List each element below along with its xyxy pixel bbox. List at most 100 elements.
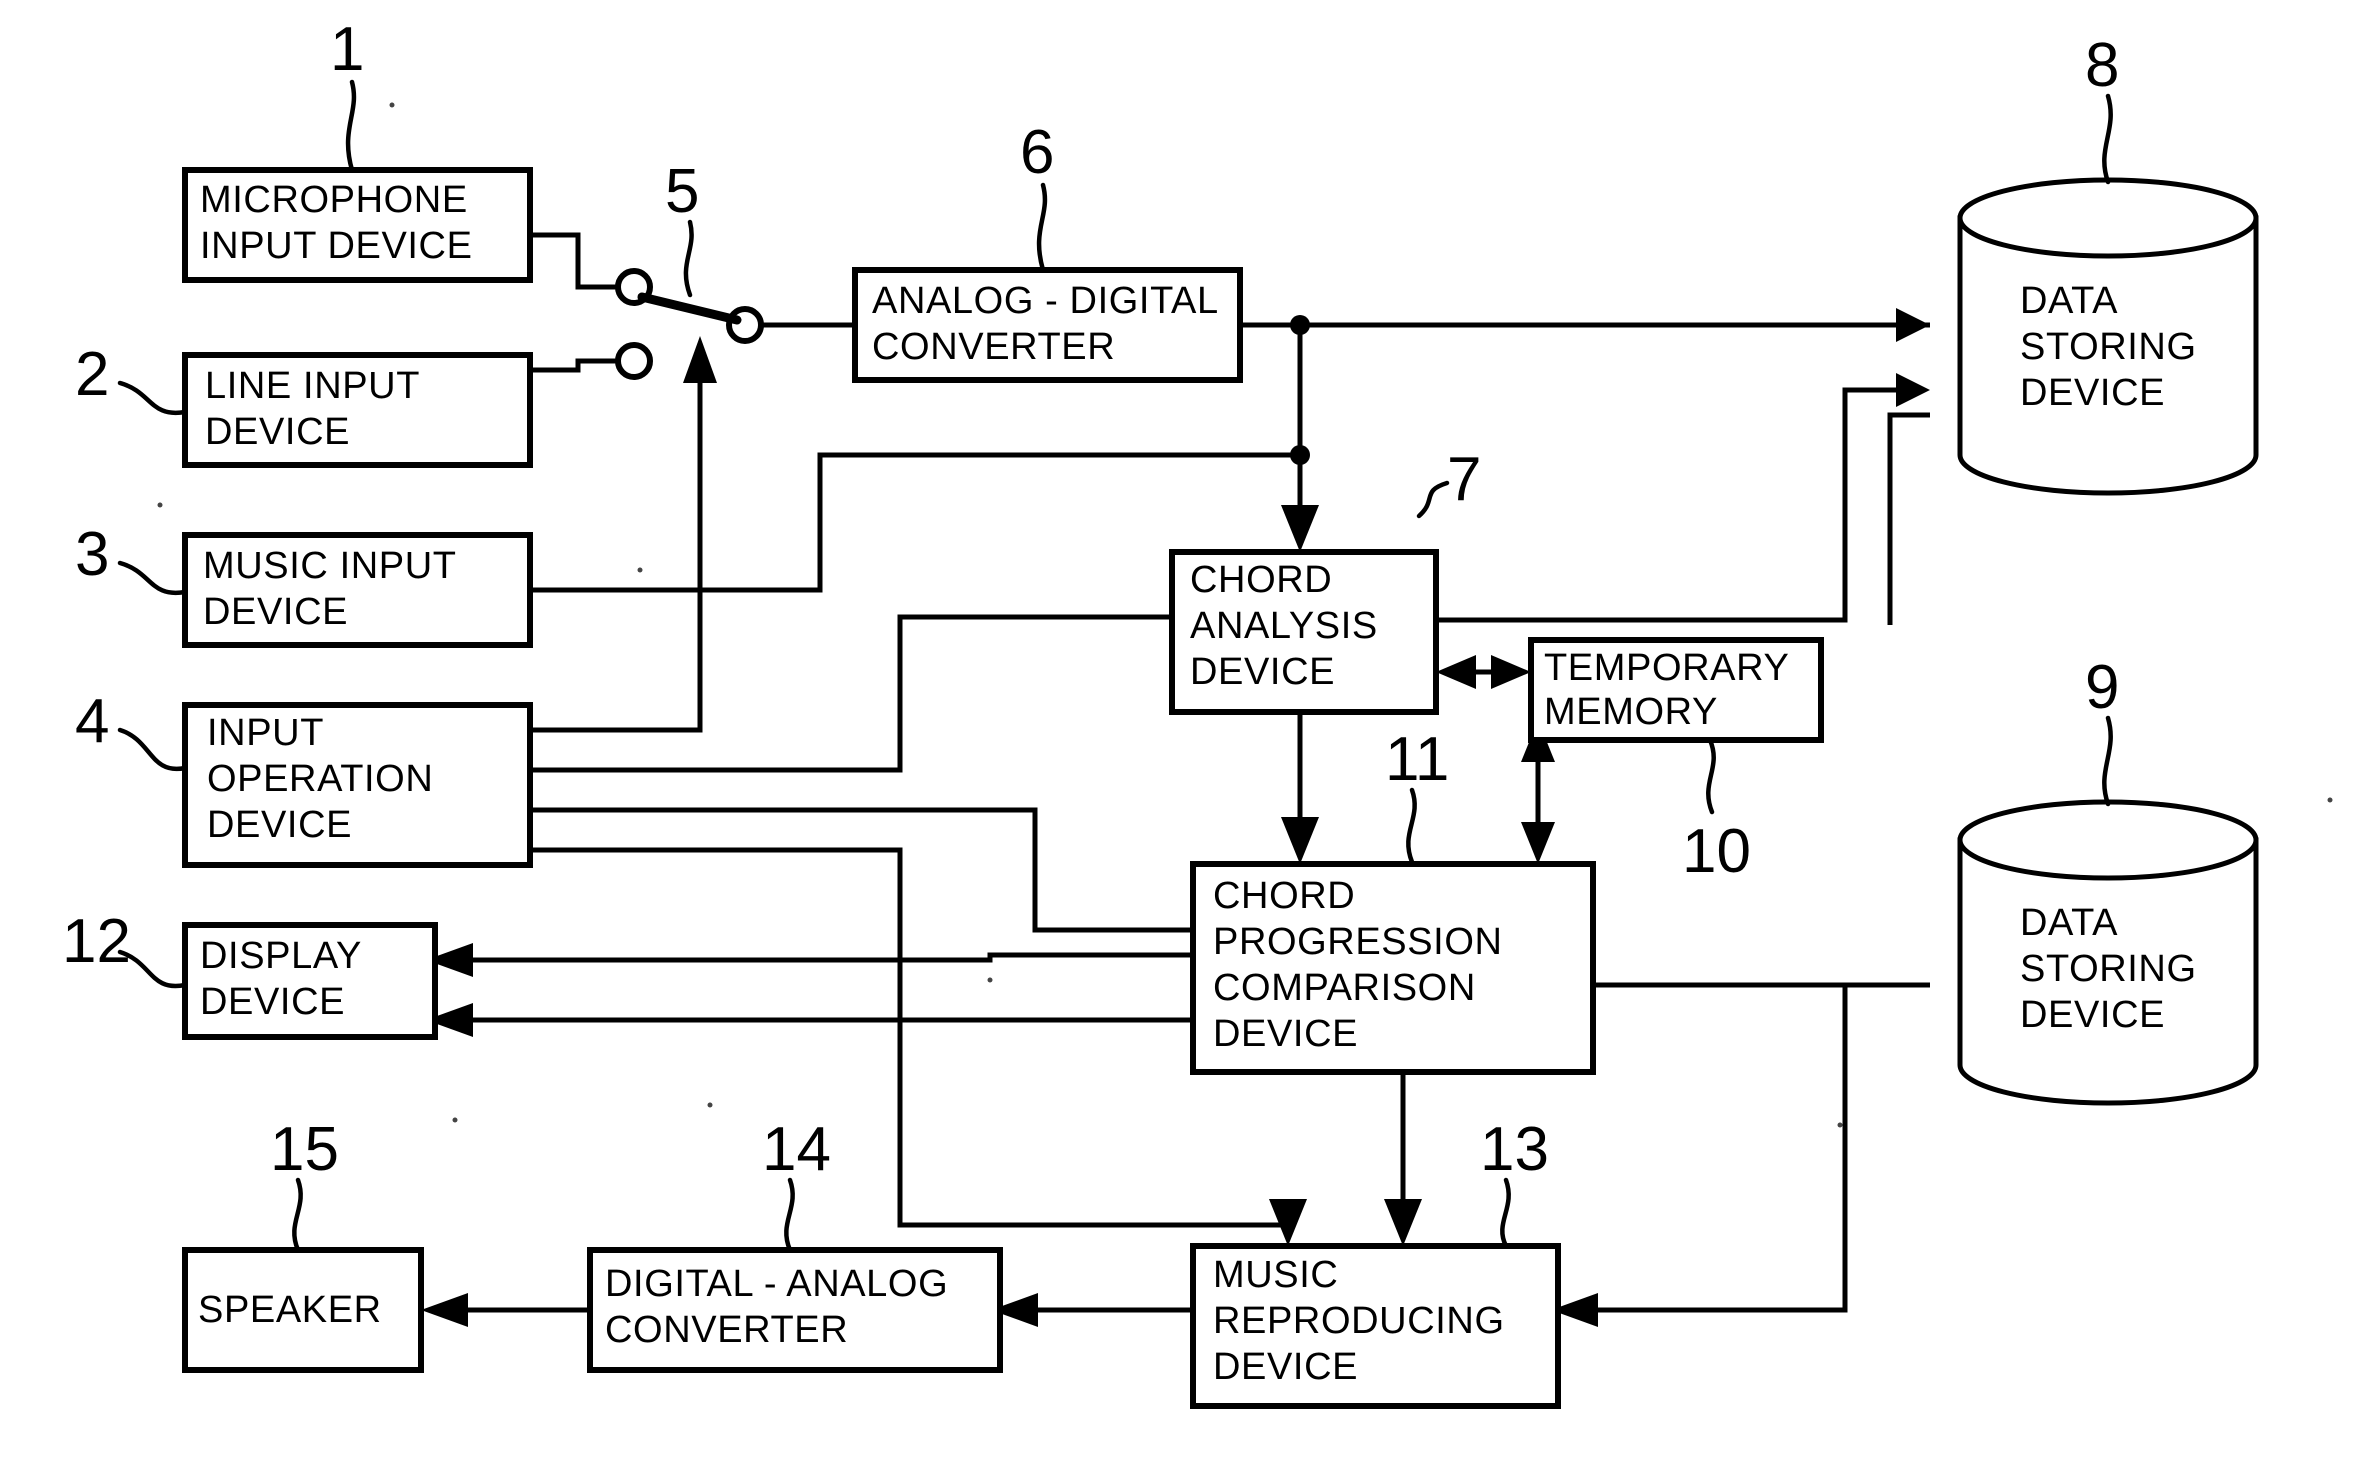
arrowhead-inputop-to-switch [683, 336, 717, 383]
ref-numeral-9: 9 [2085, 653, 2119, 722]
block-chord-progression-comparison-device: CHORD PROGRESSION COMPARISON DEVICE [1190, 861, 1596, 1075]
block-data-storing-device-lower: DATA STORING DEVICE [1957, 799, 2259, 1106]
ref-numeral-11: 11 [1385, 725, 1449, 794]
arrowhead-tempmem-to-chord-analysis [1436, 655, 1476, 689]
ref-numeral-4: 4 [75, 687, 109, 756]
block-data-storing-device-upper: DATA STORING DEVICE [1957, 177, 2259, 496]
leader-line-15 [292, 1177, 303, 1253]
speaker-label-line-1: SPEAKER [198, 1289, 382, 1331]
line-input-device-label-line-1: LINE INPUT [205, 365, 420, 407]
input-operation-device-label-line-1: INPUT [207, 712, 324, 754]
leader-line-5 [683, 219, 694, 298]
scan-speckle [2327, 797, 2333, 803]
wire-analysis-to-display-upper [435, 952, 1193, 963]
leader-line-9 [2102, 715, 2113, 807]
leader-line-11 [1406, 787, 1417, 865]
leader-line-14 [784, 1177, 795, 1253]
analog-digital-converter-label-line-2: CONVERTER [872, 326, 1115, 368]
ref-numeral-3: 3 [75, 520, 109, 589]
diagram-canvas: MICROPHONE INPUT DEVICE 1 LINE INPUT DEV… [62, 15, 2333, 1409]
wire-inputop-to-chord-analysis [530, 614, 1232, 773]
data-storing-device-upper-label-line-1: DATA [2020, 280, 2118, 322]
patent-block-diagram: MICROPHONE INPUT DEVICE 1 LINE INPUT DEV… [0, 0, 2378, 1483]
wire-store8-feedback-stub [1887, 412, 1930, 625]
arrowhead-chord-analysis-to-comparison [1281, 817, 1319, 864]
wire-line-to-switch [530, 358, 622, 373]
scan-speckle [1837, 1122, 1843, 1128]
line-input-device-label-line-2: DEVICE [205, 411, 350, 453]
music-reproducing-device-label-line-3: DEVICE [1213, 1346, 1358, 1388]
ref-numeral-7: 7 [1447, 445, 1481, 514]
display-device-label-line-1: DISPLAY [200, 935, 362, 977]
microphone-input-device-label-line-1: MICROPHONE [200, 179, 468, 221]
wire-inputop-to-chord-comparison [530, 807, 1232, 933]
chord-analysis-device-label-line-1: CHORD [1190, 559, 1332, 601]
wire-mic-to-switch [530, 232, 622, 290]
data-storing-device-lower-label-line-1: DATA [2020, 902, 2118, 944]
arrowhead-tempmem-to-comparison [1521, 822, 1555, 864]
arrowhead-adc-to-store8 [1896, 308, 1930, 342]
chord-progression-comparison-label-line-1: CHORD [1213, 875, 1355, 917]
temporary-memory-label-line-2: MEMORY [1544, 691, 1718, 733]
scan-speckle [987, 977, 993, 983]
microphone-input-device-label-line-2: INPUT DEVICE [200, 225, 473, 267]
data-storing-device-lower-label-line-2: STORING [2020, 948, 2197, 990]
ref-numeral-5: 5 [665, 157, 699, 226]
chord-progression-comparison-label-line-4: DEVICE [1213, 1013, 1358, 1055]
leader-line-4 [117, 727, 188, 772]
scan-speckle [157, 502, 163, 508]
data-storing-device-lower-label-line-3: DEVICE [2020, 994, 2165, 1036]
ref-numeral-15: 15 [270, 1115, 339, 1184]
leader-line-7 [1416, 480, 1450, 519]
ref-numeral-8: 8 [2085, 31, 2119, 100]
wire-chord-analysis-to-store8-lower [1436, 387, 1900, 623]
input-operation-device-label-line-2: OPERATION [207, 758, 433, 800]
block-analog-digital-converter: ANALOG - DIGITAL CONVERTER [852, 267, 1243, 383]
block-temporary-memory: TEMPORARY MEMORY [1528, 637, 1824, 743]
arrowhead-comparison-to-music-reproducing [1384, 1199, 1422, 1246]
leader-line-3 [117, 560, 188, 596]
scan-speckle [637, 567, 643, 573]
chord-analysis-device-label-line-3: DEVICE [1190, 651, 1335, 693]
block-input-operation-device: INPUT OPERATION DEVICE [182, 702, 533, 868]
digital-analog-converter-label-line-2: CONVERTER [605, 1309, 848, 1351]
block-display-device: DISPLAY DEVICE [182, 922, 438, 1040]
junction-dot-music-bus [1290, 445, 1310, 465]
leader-line-8 [2102, 93, 2113, 185]
chord-progression-comparison-label-line-3: COMPARISON [1213, 967, 1476, 1009]
wire-inputop-to-music-reproducing [530, 847, 1291, 1237]
switch-blade[interactable] [637, 292, 742, 325]
block-music-input-device: MUSIC INPUT DEVICE [182, 532, 533, 648]
data-storing-device-upper-label-line-2: STORING [2020, 326, 2197, 368]
scan-speckle [389, 102, 395, 108]
switch-common-node[interactable] [726, 306, 764, 344]
scan-speckle [707, 1102, 713, 1108]
display-device-label-line-2: DEVICE [200, 981, 345, 1023]
block-digital-analog-converter: DIGITAL - ANALOG CONVERTER [587, 1247, 1003, 1373]
digital-analog-converter-label-line-1: DIGITAL - ANALOG [605, 1263, 948, 1305]
arrowhead-dac-to-speaker [421, 1293, 468, 1327]
ref-numeral-2: 2 [75, 340, 109, 409]
chord-progression-comparison-label-line-2: PROGRESSION [1213, 921, 1503, 963]
analog-digital-converter-label-line-1: ANALOG - DIGITAL [872, 280, 1219, 322]
music-reproducing-device-label-line-1: MUSIC [1213, 1254, 1338, 1296]
leader-line-1 [345, 79, 357, 173]
ref-numeral-12: 12 [62, 907, 131, 976]
switch-contact-line[interactable] [615, 342, 653, 380]
music-input-device-label-line-1: MUSIC INPUT [203, 545, 457, 587]
leader-line-13 [1500, 1177, 1511, 1249]
ref-numeral-1: 1 [330, 15, 364, 84]
music-input-device-label-line-2: DEVICE [203, 591, 348, 633]
data-storing-device-upper-top [1957, 177, 2259, 259]
block-chord-analysis-device: CHORD ANALYSIS DEVICE [1169, 549, 1439, 715]
data-storing-device-upper-label-line-3: DEVICE [2020, 372, 2165, 414]
chord-analysis-device-label-line-2: ANALYSIS [1190, 605, 1378, 647]
ref-numeral-6: 6 [1020, 118, 1054, 187]
input-operation-device-label-line-3: DEVICE [207, 804, 352, 846]
ref-numeral-14: 14 [762, 1115, 831, 1184]
leader-line-2 [117, 380, 188, 416]
block-microphone-input-device: MICROPHONE INPUT DEVICE [182, 167, 533, 283]
wire-inputop-to-switch [530, 345, 703, 733]
arrowhead-into-chord-analysis-top [1281, 505, 1319, 552]
wire-store9-to-music-reproducing [1560, 985, 1848, 1313]
